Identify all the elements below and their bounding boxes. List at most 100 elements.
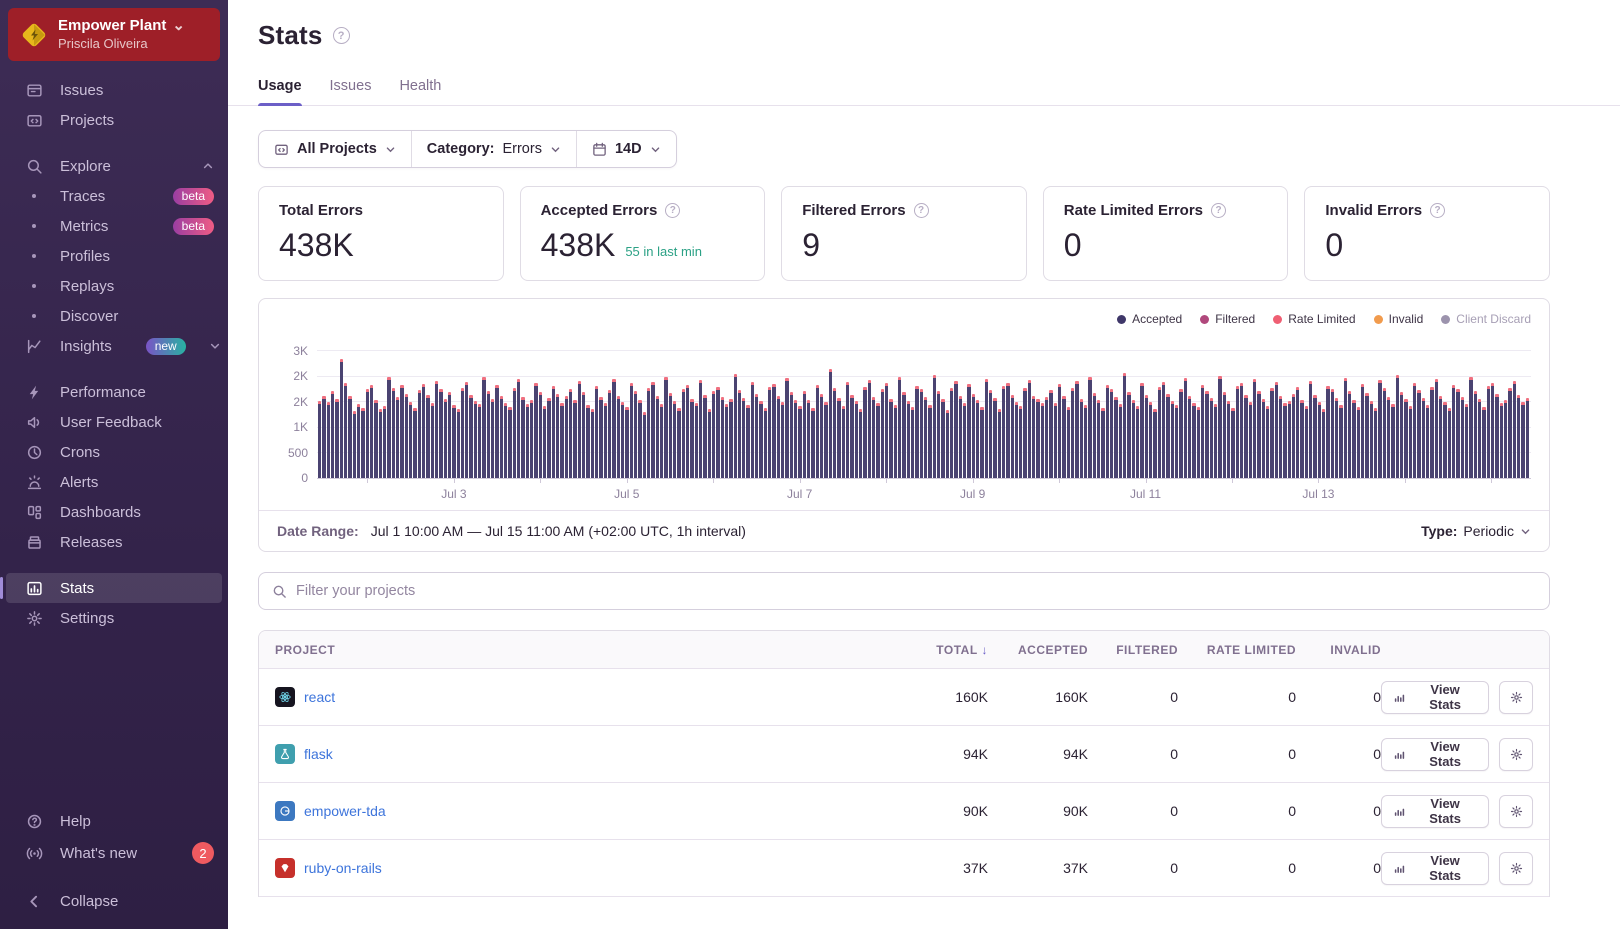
help-icon[interactable]: ? (1430, 203, 1445, 218)
chart-bar (387, 377, 390, 478)
chart-bar (708, 409, 711, 478)
sidebar-item-collapse[interactable]: Collapse (0, 885, 228, 917)
chart-bar (604, 403, 607, 478)
help-icon[interactable]: ? (914, 203, 929, 218)
sidebar-item-what-s-new[interactable]: What's new2 (0, 837, 228, 869)
legend-item-filtered[interactable]: Filtered (1200, 312, 1255, 326)
stat-card-value-row: 9 (802, 227, 1006, 264)
chart-type-dropdown[interactable]: Type: Periodic (1421, 523, 1531, 539)
chart-bar (318, 401, 321, 478)
view-stats-button[interactable]: View Stats (1381, 681, 1489, 714)
sidebar-item-discover[interactable]: Discover (0, 301, 228, 331)
sidebar-item-releases[interactable]: Releases (0, 527, 228, 557)
project-link[interactable]: ruby-on-rails (304, 860, 382, 876)
legend-dot-icon (1273, 315, 1282, 324)
chart-bar (1054, 403, 1057, 478)
chart-bar (1101, 408, 1104, 478)
column-header-total[interactable]: TOTAL ↓ (893, 643, 988, 657)
x-axis-tick (1232, 478, 1233, 483)
legend-item-rate-limited[interactable]: Rate Limited (1273, 312, 1355, 326)
chart-bar (573, 400, 576, 478)
sidebar-item-explore[interactable]: Explore (0, 151, 228, 181)
project-link[interactable]: react (304, 689, 335, 705)
row-actions: View Stats (1381, 738, 1533, 771)
date-range-dropdown[interactable]: 14D (576, 131, 676, 167)
row-actions: View Stats (1381, 681, 1533, 714)
table-row: ruby-on-rails37K37K000View Stats (259, 840, 1549, 897)
chart-bar (1318, 402, 1321, 478)
view-stats-button[interactable]: View Stats (1381, 852, 1489, 885)
category-filter-dropdown[interactable]: Category: Errors (411, 131, 576, 167)
project-settings-button[interactable] (1499, 738, 1533, 771)
chart-bar (855, 401, 858, 478)
sidebar-item-dashboards[interactable]: Dashboards (0, 497, 228, 527)
column-header-accepted[interactable]: ACCEPTED (988, 643, 1088, 657)
project-link[interactable]: flask (304, 746, 333, 762)
bullet-icon (25, 307, 43, 325)
legend-item-invalid[interactable]: Invalid (1374, 312, 1424, 326)
project-link[interactable]: empower-tda (304, 803, 386, 819)
chart-bar (1093, 393, 1096, 478)
chart-bar (1339, 405, 1342, 478)
x-axis-tick (1318, 478, 1319, 483)
sidebar-item-performance[interactable]: Performance (0, 377, 228, 407)
project-filter-dropdown[interactable]: All Projects (259, 131, 411, 167)
column-header-filtered[interactable]: FILTERED (1088, 643, 1178, 657)
sidebar-item-label: Replays (60, 278, 114, 295)
tab-health[interactable]: Health (399, 78, 441, 105)
chart-bar (578, 381, 581, 478)
view-stats-button[interactable]: View Stats (1381, 795, 1489, 828)
chart-bar (950, 388, 953, 478)
project-settings-button[interactable] (1499, 681, 1533, 714)
sidebar-item-label: Dashboards (60, 504, 141, 521)
chart-bar (651, 382, 654, 478)
x-axis-tick (540, 478, 541, 483)
sidebar-item-label: Performance (60, 384, 146, 401)
sidebar-item-crons[interactable]: Crons (0, 437, 228, 467)
sidebar-item-stats[interactable]: Stats (6, 573, 222, 603)
org-switcher[interactable]: Empower Plant⌄ Priscila Oliveira (8, 8, 220, 61)
page-help-icon[interactable]: ? (333, 27, 350, 44)
gear-icon (1510, 862, 1523, 875)
x-axis-label: Jul 9 (960, 487, 985, 501)
sidebar-item-user-feedback[interactable]: User Feedback (0, 407, 228, 437)
sidebar-item-help[interactable]: Help (0, 805, 228, 837)
chart-bar (504, 403, 507, 478)
chart-bar (1032, 396, 1035, 478)
chart-bar (1443, 402, 1446, 478)
sidebar-item-insights[interactable]: Insightsnew (0, 331, 228, 361)
total-cell: 37K (893, 860, 988, 876)
column-header-project[interactable]: PROJECT (275, 643, 893, 657)
help-icon[interactable]: ? (1211, 203, 1226, 218)
chart-bar (647, 388, 650, 478)
sidebar-item-metrics[interactable]: Metricsbeta (0, 211, 228, 241)
column-header-invalid[interactable]: INVALID (1296, 643, 1381, 657)
chart-bar (1227, 401, 1230, 478)
project-search-input[interactable] (296, 583, 1536, 599)
sidebar-item-replays[interactable]: Replays (0, 271, 228, 301)
chart-bar (1015, 402, 1018, 478)
tab-issues[interactable]: Issues (330, 78, 372, 105)
legend-item-client-discard[interactable]: Client Discard (1441, 312, 1531, 326)
legend-item-accepted[interactable]: Accepted (1117, 312, 1182, 326)
sidebar-item-alerts[interactable]: Alerts (0, 467, 228, 497)
sidebar-item-projects[interactable]: Projects (0, 105, 228, 135)
project-settings-button[interactable] (1499, 795, 1533, 828)
sidebar-item-profiles[interactable]: Profiles (0, 241, 228, 271)
tab-usage[interactable]: Usage (258, 78, 302, 105)
sidebar-item-issues[interactable]: Issues (0, 75, 228, 105)
projects-table: PROJECTTOTAL ↓ACCEPTEDFILTEREDRATE LIMIT… (258, 630, 1550, 897)
legend-label: Accepted (1132, 312, 1182, 326)
project-settings-button[interactable] (1499, 852, 1533, 885)
column-header-rate-limited[interactable]: RATE LIMITED (1178, 643, 1296, 657)
sidebar-item-settings[interactable]: Settings (0, 603, 228, 633)
chart-bar (807, 400, 810, 478)
chart-bar (1326, 386, 1329, 478)
help-icon[interactable]: ? (665, 203, 680, 218)
project-cell: empower-tda (275, 801, 893, 821)
chart-bar (868, 380, 871, 478)
sidebar-item-traces[interactable]: Tracesbeta (0, 181, 228, 211)
x-axis-tick (627, 478, 628, 483)
view-stats-button[interactable]: View Stats (1381, 738, 1489, 771)
chart-bar (482, 377, 485, 478)
